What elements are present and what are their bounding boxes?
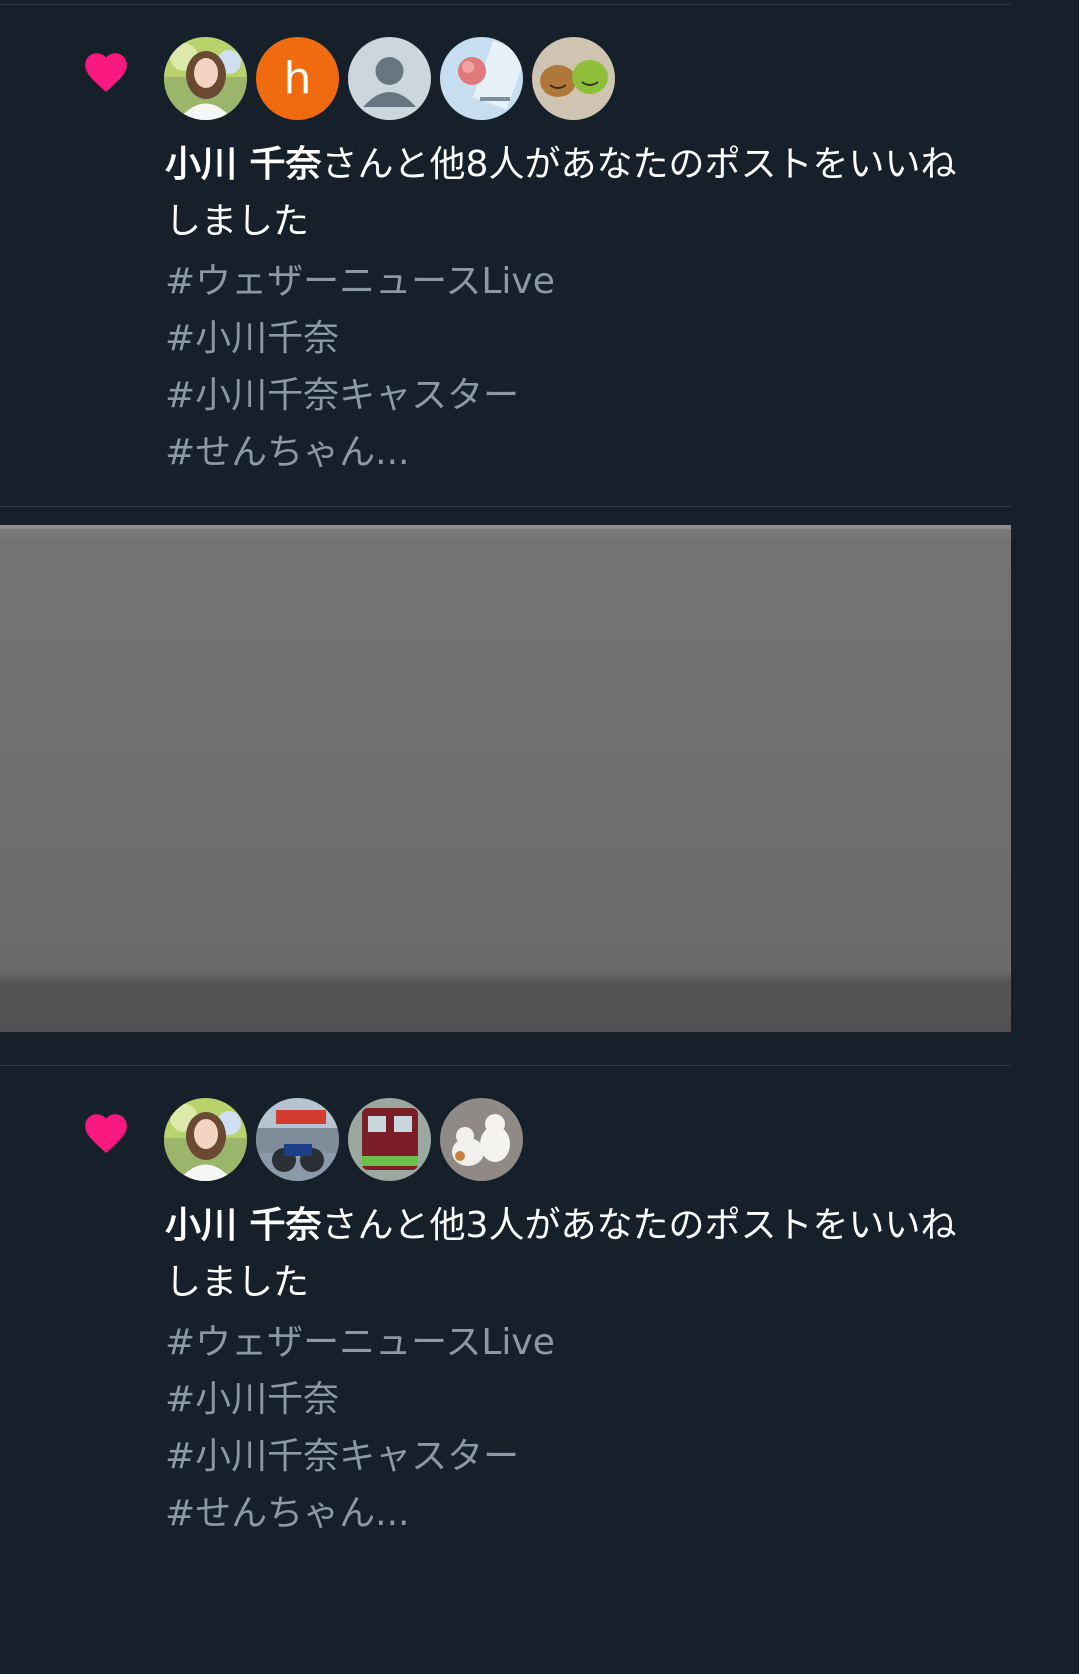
letter-avatar[interactable]: h [256, 37, 339, 120]
hashtag: #せんちゃん... [165, 1493, 410, 1534]
liker-name[interactable]: 小川 千奈 [165, 144, 322, 185]
default-user-avatar[interactable] [348, 37, 431, 120]
hashtag: #ウェザーニュースLive [165, 1322, 555, 1363]
hashtag-list: #ウェザーニュースLive #小川千奈 #小川千奈キャスター #せんちゃん... [165, 1314, 555, 1542]
cats-avatar[interactable] [440, 1098, 523, 1181]
woman-portrait-avatar[interactable] [164, 1098, 247, 1181]
liker-avatars [164, 1098, 523, 1181]
like-summary: 小川 千奈さんと他3人があなたのポストをいいねしました [165, 1197, 965, 1311]
liker-avatars: h [164, 37, 615, 120]
hashtag: #小川千奈 [165, 1379, 340, 1420]
heart-icon [85, 53, 127, 92]
hashtag: #ウェザーニュースLive [165, 261, 555, 302]
liker-name[interactable]: 小川 千奈 [165, 1205, 322, 1246]
anime-character-avatar[interactable] [440, 37, 523, 120]
hashtag-list: #ウェザーニュースLive #小川千奈 #小川千奈キャスター #せんちゃん... [165, 253, 555, 481]
hashtag: #小川千奈キャスター [165, 1436, 520, 1477]
hashtag: #小川千奈キャスター [165, 375, 520, 416]
like-notification[interactable]: h 小川 千奈さんと他8人があなたのポストをいいねしました #ウェザーニュースL… [0, 4, 1011, 507]
train-avatar[interactable] [348, 1098, 431, 1181]
hashtag: #小川千奈 [165, 318, 340, 359]
woman-portrait-avatar[interactable] [164, 37, 247, 120]
gray-image-block [0, 525, 1011, 1032]
motorcycle-shop-avatar[interactable] [256, 1098, 339, 1181]
like-summary: 小川 千奈さんと他8人があなたのポストをいいねしました [165, 136, 965, 250]
hashtag: #せんちゃん... [165, 432, 410, 473]
heart-icon [85, 1114, 127, 1153]
plush-toys-avatar[interactable] [532, 37, 615, 120]
like-notification[interactable]: 小川 千奈さんと他3人があなたのポストをいいねしました #ウェザーニュースLiv… [0, 1065, 1011, 1568]
